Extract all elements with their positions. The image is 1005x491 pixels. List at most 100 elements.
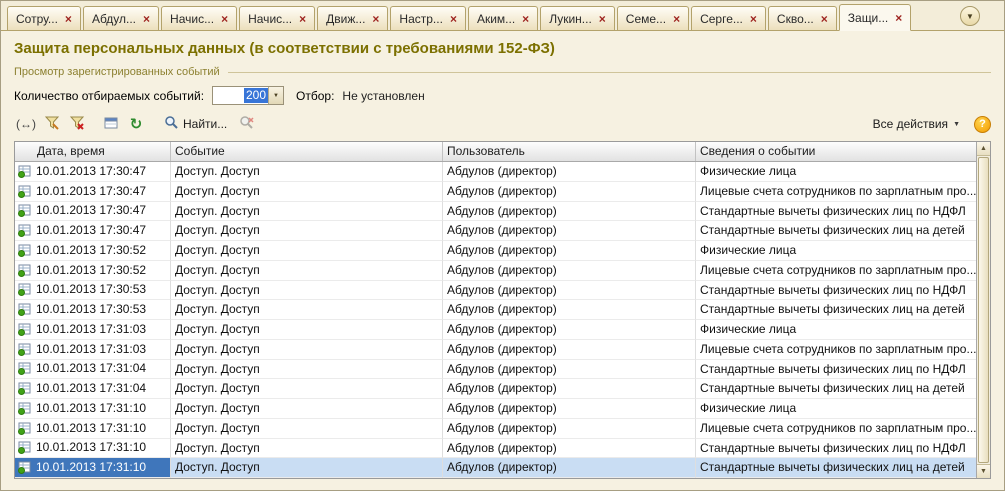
table-row[interactable]: 10.01.2013 17:31:03 Доступ. Доступ Абдул… [15,340,976,360]
tab-close-icon[interactable]: × [821,13,828,25]
tab-close-icon[interactable]: × [750,13,757,25]
find-button[interactable]: Найти... [159,113,232,135]
period-icon: (↔) [16,117,36,131]
tab-label: Защи... [848,11,889,25]
cell-datetime-text: 10.01.2013 17:30:47 [36,202,146,221]
tab-close-icon[interactable]: × [65,13,72,25]
tab-bar: Сотру... × Абдул... × Начис... × Начис..… [1,1,1004,31]
clear-search-button[interactable] [235,113,257,135]
tab[interactable]: Лукин... × [540,6,615,30]
tab-close-icon[interactable]: × [599,13,606,25]
cell-datetime: 10.01.2013 17:30:53 [15,300,171,320]
table-row[interactable]: 10.01.2013 17:31:04 Доступ. Доступ Абдул… [15,360,976,380]
table-row[interactable]: 10.01.2013 17:30:52 Доступ. Доступ Абдул… [15,261,976,281]
tab[interactable]: Серге... × [691,6,766,30]
cell-user: Абдулов (директор) [443,202,696,222]
cell-datetime-text: 10.01.2013 17:30:52 [36,261,146,280]
refresh-icon: ↻ [130,117,143,132]
tab[interactable]: Скво... × [768,6,837,30]
help-button[interactable]: ? [974,116,991,133]
table-row[interactable]: 10.01.2013 17:30:47 Доступ. Доступ Абдул… [15,162,976,182]
table-row[interactable]: 10.01.2013 17:30:47 Доступ. Доступ Абдул… [15,182,976,202]
tab-label: Лукин... [549,12,592,26]
cell-details: Стандартные вычеты физических лиц по НДФ… [696,360,976,380]
tab[interactable]: Начис... × [239,6,315,30]
table-row[interactable]: 10.01.2013 17:31:03 Доступ. Доступ Абдул… [15,320,976,340]
table-row[interactable]: 10.01.2013 17:31:10 Доступ. Доступ Абдул… [15,399,976,419]
events-count-field[interactable]: 200 ▼ [212,86,284,105]
table-row[interactable]: 10.01.2013 17:30:53 Доступ. Доступ Абдул… [15,300,976,320]
set-period-button[interactable]: (↔) [14,113,38,135]
event-log-icon [18,402,31,415]
cell-user: Абдулов (директор) [443,458,696,478]
event-log-icon [18,362,31,375]
tab-close-icon[interactable]: × [221,13,228,25]
tab[interactable]: Начис... × [161,6,237,30]
tab-label: Начис... [248,12,292,26]
cell-datetime-text: 10.01.2013 17:31:03 [36,340,146,359]
cell-event: Доступ. Доступ [171,419,443,439]
set-filter-button[interactable] [41,113,63,135]
cell-datetime: 10.01.2013 17:31:10 [15,439,171,459]
app-window: Сотру... × Абдул... × Начис... × Начис..… [0,0,1005,491]
scrollbar-thumb[interactable] [978,157,989,463]
column-header-datetime[interactable]: Дата, время [15,142,171,161]
table-row[interactable]: 10.01.2013 17:30:47 Доступ. Доступ Абдул… [15,202,976,222]
scroll-up-icon[interactable]: ▲ [977,142,990,156]
form-content: Защита персональных данных (в соответств… [1,31,1004,490]
tab[interactable]: Защи... × [839,4,912,31]
tab[interactable]: Семе... × [617,6,689,30]
tab-close-icon[interactable]: × [673,13,680,25]
tab[interactable]: Сотру... × [7,6,81,30]
cell-user: Абдулов (директор) [443,340,696,360]
cell-user: Абдулов (директор) [443,182,696,202]
event-log-icon [18,165,31,178]
tab[interactable]: Абдул... × [83,6,159,30]
column-header-event[interactable]: Событие [171,142,443,161]
table-row[interactable]: 10.01.2013 17:31:10 Доступ. Доступ Абдул… [15,419,976,439]
cell-datetime: 10.01.2013 17:31:10 [15,399,171,419]
tab-close-icon[interactable]: × [143,13,150,25]
tab-close-icon[interactable]: × [372,13,379,25]
cell-user: Абдулов (директор) [443,379,696,399]
table-row[interactable]: 10.01.2013 17:30:47 Доступ. Доступ Абдул… [15,221,976,241]
tab-close-icon[interactable]: × [522,13,529,25]
configure-list-button[interactable] [100,113,122,135]
column-header-user[interactable]: Пользователь [443,142,696,161]
filter-value: Не установлен [342,89,424,103]
cell-event: Доступ. Доступ [171,202,443,222]
cell-details: Стандартные вычеты физических лиц на дет… [696,300,976,320]
tab[interactable]: Движ... × [317,6,388,30]
cell-datetime-text: 10.01.2013 17:30:47 [36,182,146,201]
chevron-down-icon: ▼ [953,121,960,128]
events-count-dropdown-icon[interactable]: ▼ [268,87,283,104]
table-row[interactable]: 10.01.2013 17:31:10 Доступ. Доступ Абдул… [15,458,976,478]
column-header-details[interactable]: Сведения о событии [696,142,976,161]
cell-event: Доступ. Доступ [171,379,443,399]
event-log-icon [18,224,31,237]
table-row[interactable]: 10.01.2013 17:30:52 Доступ. Доступ Абдул… [15,241,976,261]
scroll-down-icon[interactable]: ▼ [977,464,990,478]
tab-label: Сотру... [16,12,58,26]
filter-funnel-clear-icon [69,115,85,134]
tab-list-dropdown-button[interactable]: ▼ [960,6,980,26]
cell-datetime-text: 10.01.2013 17:30:53 [36,281,146,300]
tab-close-icon[interactable]: × [450,13,457,25]
cell-details: Стандартные вычеты физических лиц на дет… [696,379,976,399]
refresh-button[interactable]: ↻ [125,113,147,135]
table-row[interactable]: 10.01.2013 17:31:04 Доступ. Доступ Абдул… [15,379,976,399]
tab[interactable]: Аким... × [468,6,538,30]
vertical-scrollbar[interactable]: ▲ ▼ [976,142,990,478]
cell-user: Абдулов (директор) [443,419,696,439]
table-row[interactable]: 10.01.2013 17:30:53 Доступ. Доступ Абдул… [15,281,976,301]
tab-close-icon[interactable]: × [299,13,306,25]
clear-filter-button[interactable] [66,113,88,135]
all-actions-button[interactable]: Все действия ▼ [869,113,964,135]
tab-close-icon[interactable]: × [895,12,902,24]
cell-event: Доступ. Доступ [171,320,443,340]
tab-label: Семе... [626,12,666,26]
tab-label: Абдул... [92,12,136,26]
tab[interactable]: Настр... × [390,6,466,30]
table-row[interactable]: 10.01.2013 17:31:10 Доступ. Доступ Абдул… [15,439,976,459]
cell-datetime: 10.01.2013 17:31:04 [15,379,171,399]
